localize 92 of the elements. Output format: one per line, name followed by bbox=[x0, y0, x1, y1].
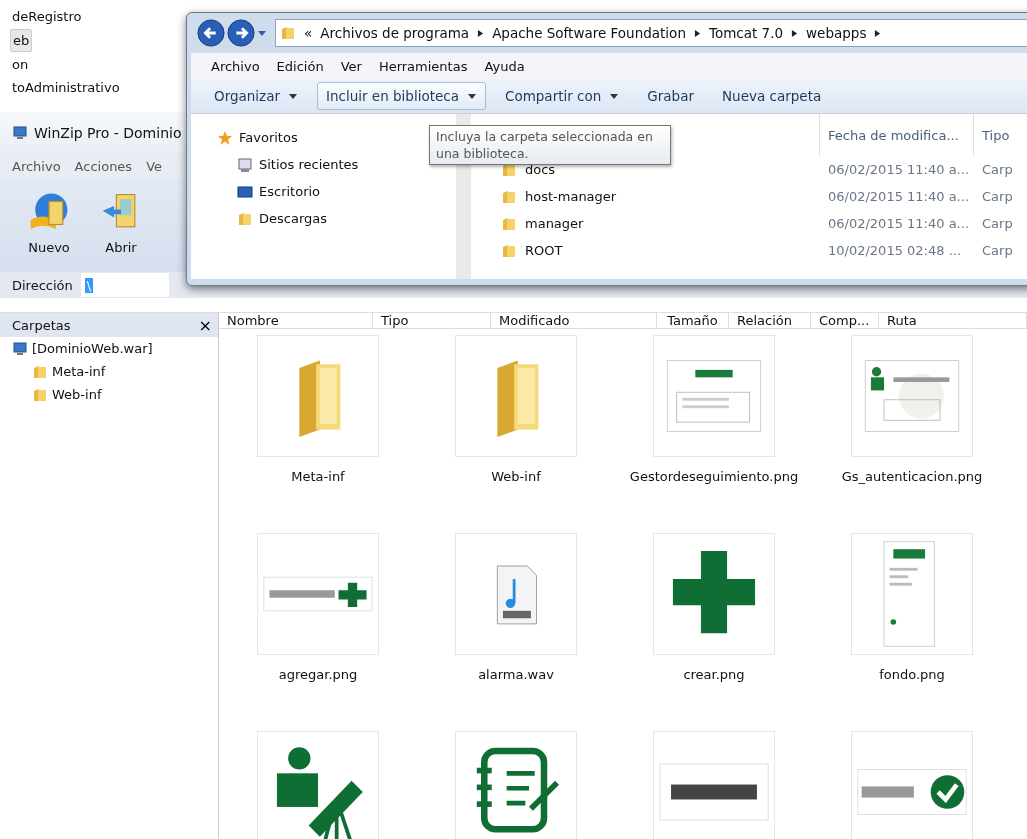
table-cell-text: Carp bbox=[981, 188, 1014, 206]
thumbnail[interactable] bbox=[257, 533, 379, 655]
file-name: crear.png bbox=[683, 667, 745, 682]
window-title: WinZip Pro - Dominio bbox=[34, 125, 182, 141]
thumbnail[interactable] bbox=[455, 533, 577, 655]
star-icon bbox=[217, 129, 233, 146]
file-name: alarma.wav bbox=[478, 667, 554, 682]
thumbnail[interactable] bbox=[455, 731, 577, 839]
thumbnail[interactable] bbox=[653, 335, 775, 457]
toolbar-button[interactable]: Abrir bbox=[94, 188, 148, 257]
thumbnail[interactable] bbox=[257, 335, 379, 457]
thumbnail[interactable] bbox=[851, 533, 973, 655]
nav-item[interactable]: Escritorio bbox=[217, 178, 321, 205]
folder-icon bbox=[501, 215, 517, 232]
menu-item[interactable]: Archivo bbox=[12, 158, 61, 174]
thumbnail[interactable] bbox=[851, 731, 973, 839]
thumbnail[interactable] bbox=[455, 335, 577, 457]
file-name: Gestordeseguimiento.png bbox=[629, 469, 799, 484]
folder-icon bbox=[501, 242, 517, 259]
tree-item[interactable]: Web-inf bbox=[0, 383, 218, 406]
toolbar-button[interactable]: Organizar bbox=[205, 82, 307, 110]
menu-item[interactable]: Ayuda bbox=[484, 58, 525, 74]
computer-icon bbox=[12, 340, 28, 357]
tree-item[interactable]: [DominioWeb.war] bbox=[0, 337, 218, 360]
pane-title: Carpetas bbox=[12, 317, 71, 333]
menu-item[interactable]: Archivo bbox=[211, 58, 260, 74]
chevron-icon[interactable] bbox=[874, 28, 882, 38]
file-name: agregar.png bbox=[278, 667, 358, 682]
thumbnail[interactable] bbox=[851, 335, 973, 457]
menu-item[interactable]: Ver bbox=[340, 58, 362, 74]
column-header[interactable]: Relación bbox=[729, 313, 811, 328]
list-item[interactable]: eb bbox=[10, 29, 33, 52]
thumbnail[interactable] bbox=[257, 731, 379, 839]
back-button[interactable] bbox=[197, 19, 225, 47]
table-cell-text: 10/02/2015 02:48 ... bbox=[827, 242, 963, 260]
chevron-icon[interactable] bbox=[693, 28, 701, 38]
toolbar-button[interactable]: Nuevo bbox=[22, 188, 76, 257]
tooltip: Incluya la carpeta seleccionada en una biblioteca. bbox=[429, 125, 671, 165]
toolbar-button[interactable]: Incluir en biblioteca bbox=[317, 82, 486, 110]
nav-item[interactable]: Descargas bbox=[217, 205, 327, 232]
column-header[interactable]: Tipo bbox=[373, 313, 491, 328]
toolbar-button[interactable]: Compartir con bbox=[495, 82, 629, 110]
nav-item[interactable]: Favoritos bbox=[217, 124, 298, 151]
menu-item[interactable]: Ve bbox=[146, 158, 163, 174]
monitor-icon bbox=[237, 156, 253, 173]
column-header[interactable]: Nombre bbox=[219, 313, 373, 328]
table-cell-text: Carp bbox=[981, 161, 1014, 179]
table-cell-text: 06/02/2015 11:40 a... bbox=[827, 161, 971, 179]
folder-icon bbox=[501, 188, 517, 205]
menu-item[interactable]: Herramientas bbox=[378, 58, 468, 74]
toolbar-button[interactable]: Nueva carpeta bbox=[713, 82, 831, 110]
tree-item[interactable]: Meta-inf bbox=[0, 360, 218, 383]
table-cell-text: Carp bbox=[981, 242, 1014, 260]
file-name: fondo.png bbox=[879, 667, 945, 682]
folder-icon bbox=[32, 386, 48, 403]
folder-icon bbox=[32, 363, 48, 380]
table-cell-text: 06/02/2015 11:40 a... bbox=[827, 188, 971, 206]
column-header[interactable]: Tipo bbox=[973, 114, 1027, 156]
file-name[interactable]: host-manager bbox=[525, 189, 617, 204]
table-cell-text: 06/02/2015 11:40 a... bbox=[827, 215, 971, 233]
list-item[interactable]: toAdministrativo bbox=[10, 77, 122, 98]
menu-item[interactable]: Acciones bbox=[74, 158, 133, 174]
chevron-icon[interactable] bbox=[791, 28, 799, 38]
folder-icon bbox=[237, 210, 253, 227]
file-name: Meta-inf bbox=[291, 469, 345, 484]
toolbar-button[interactable]: Grabar bbox=[638, 82, 703, 110]
nav-item[interactable]: Sitios recientes bbox=[217, 151, 359, 178]
address-label: Dirección bbox=[12, 277, 73, 293]
computer-icon bbox=[12, 125, 28, 141]
column-header[interactable]: Fecha de modifica... bbox=[819, 114, 973, 156]
thumbnail[interactable] bbox=[653, 731, 775, 839]
folder-icon bbox=[280, 25, 296, 41]
forward-button[interactable] bbox=[227, 19, 255, 47]
column-header[interactable]: Ruta bbox=[879, 313, 1027, 328]
column-header[interactable]: Comp... bbox=[811, 313, 879, 328]
file-name[interactable]: docs bbox=[525, 162, 556, 177]
column-header[interactable]: Tamaño bbox=[657, 313, 729, 328]
desktop-icon bbox=[237, 183, 253, 200]
caret-icon[interactable] bbox=[257, 28, 267, 38]
close-button[interactable]: × bbox=[198, 315, 212, 335]
list-item[interactable]: deRegistro bbox=[10, 6, 84, 27]
file-name[interactable]: manager bbox=[525, 216, 584, 231]
file-name: Gs_autenticacion.png bbox=[841, 469, 983, 484]
column-header[interactable]: Modificado bbox=[491, 313, 657, 328]
list-item[interactable]: on bbox=[10, 54, 31, 75]
file-name[interactable]: ROOT bbox=[525, 243, 563, 258]
address-bar[interactable]: « Archivos de programa Apache Software Foundation Tomcat 7.0 webapps bbox=[275, 19, 1027, 47]
thumbnail[interactable] bbox=[653, 533, 775, 655]
chevron-icon[interactable] bbox=[477, 28, 485, 38]
table-cell-text: Carp bbox=[981, 215, 1014, 233]
file-name: Web-inf bbox=[491, 469, 541, 484]
menu-item[interactable]: Edición bbox=[276, 58, 324, 74]
